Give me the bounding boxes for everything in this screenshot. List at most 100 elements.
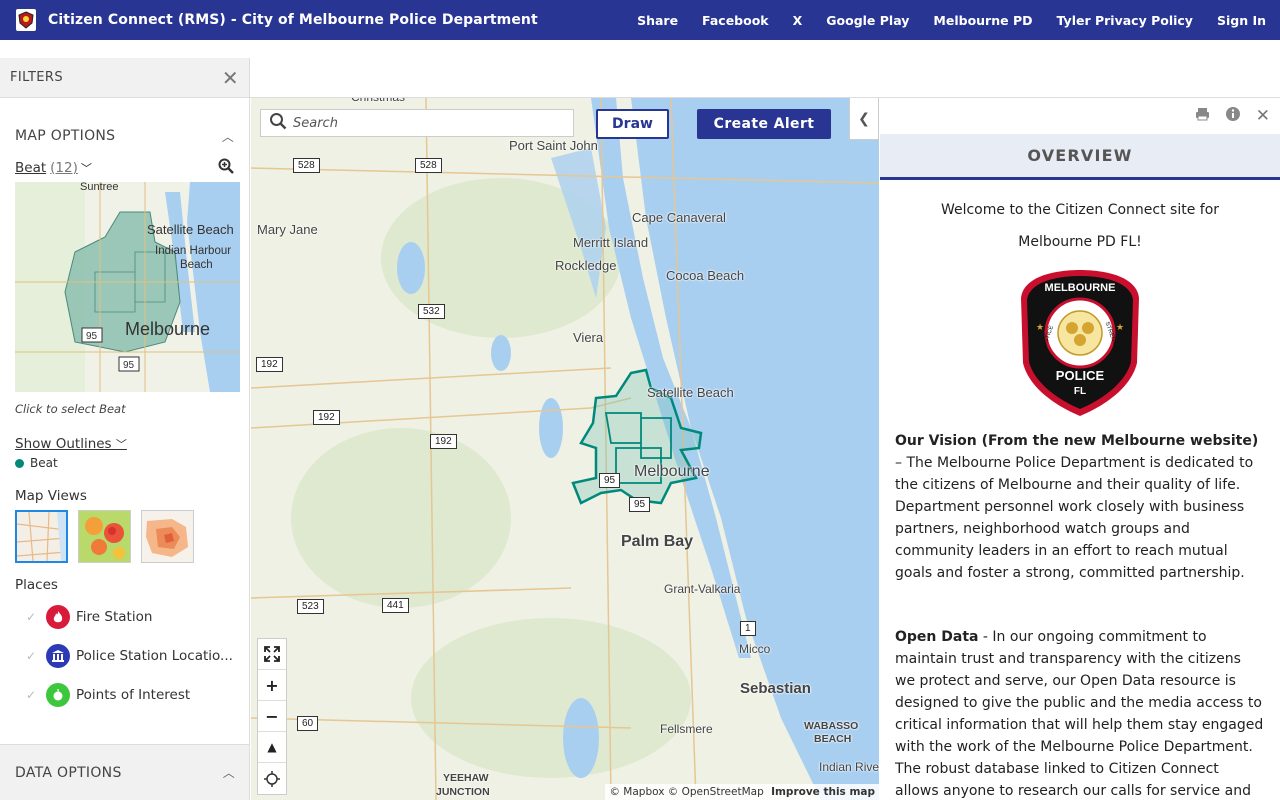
chevron-up-icon[interactable]: ︿ — [222, 128, 234, 145]
map-place-label: Viera — [573, 330, 604, 345]
map-place-label: Fellsmere — [660, 722, 713, 736]
filters-title: FILTERS — [10, 70, 64, 85]
beat-selector[interactable]: Beat (12) ﹀ — [0, 154, 249, 182]
map-place-label: Mary Jane — [257, 222, 318, 237]
map-views-title: Map Views — [15, 488, 87, 504]
search-box[interactable]: Search — [260, 109, 574, 137]
mini-map-label: Suntree — [80, 182, 119, 193]
chevron-down-icon[interactable]: ﹀ — [116, 438, 127, 451]
locate-icon — [264, 770, 280, 787]
search-icon — [269, 112, 287, 134]
mini-map-label: Indian Harbour — [155, 245, 231, 257]
welcome-line-2: Melbourne PD FL! — [1018, 234, 1142, 250]
map-place-label: Rockledge — [555, 258, 617, 273]
map-controls: + − ▲ — [257, 638, 287, 795]
app-title: Citizen Connect (RMS) - City of Melbourn… — [48, 12, 538, 28]
apple-icon — [46, 682, 70, 707]
chevron-down-icon[interactable]: ﹀ — [81, 160, 92, 176]
compass-button[interactable]: ▲ — [258, 732, 286, 763]
beat-mini-map[interactable]: Suntree Satellite Beach Indian Harbour B… — [15, 182, 240, 392]
print-icon[interactable] — [1195, 107, 1210, 125]
police-badge-image: MELBOURNE JUSTICE STRENGTH POLICE FL ★ ★ — [1019, 268, 1141, 418]
map-place-label: Indian River — [819, 760, 879, 774]
place-fire-station[interactable]: ✓ Fire Station — [0, 597, 249, 636]
chevron-up-icon[interactable]: ︿ — [223, 764, 235, 781]
map-canvas[interactable]: Christmas Port Saint John Mary Jane Cape Ca… — [251, 98, 879, 800]
fullscreen-button[interactable] — [258, 639, 286, 670]
nav-privacy-policy-link[interactable]: Tyler Privacy Policy — [1057, 13, 1193, 28]
chevron-left-icon[interactable]: ❮ — [858, 111, 870, 127]
beat-legend: Beat — [0, 452, 249, 470]
zoom-in-icon[interactable] — [218, 158, 234, 178]
nav-sign-in-link[interactable]: Sign In — [1217, 13, 1266, 28]
compass-icon: ▲ — [267, 740, 277, 754]
locate-button[interactable] — [258, 763, 286, 794]
data-options-header[interactable]: DATA OPTIONS ︿ — [0, 744, 249, 800]
beat-hint: Click to select Beat — [15, 402, 126, 416]
road-shield: 60 — [297, 716, 319, 731]
road-shield: 192 — [430, 434, 457, 449]
overview-title: OVERVIEW — [880, 134, 1280, 180]
zoom-in-button[interactable]: + — [258, 670, 286, 701]
data-options-title: DATA OPTIONS — [15, 764, 122, 781]
fire-icon — [46, 604, 70, 629]
vision-paragraph: Our Vision (From the new Melbourne websi… — [895, 430, 1265, 584]
beat-legend-dot — [15, 458, 24, 468]
mini-map-label: Melbourne — [125, 319, 210, 339]
road-shield: 441 — [382, 598, 409, 613]
road-shield: 192 — [313, 410, 340, 425]
place-points-of-interest[interactable]: ✓ Points of Interest — [0, 675, 249, 714]
open-data-heading: Open Data — [895, 629, 979, 645]
nav-melbourne-pd-link[interactable]: Melbourne PD — [933, 13, 1032, 28]
close-icon[interactable]: ✕ — [222, 66, 239, 90]
badge-text: POLICE — [1056, 368, 1105, 383]
info-icon[interactable] — [1224, 106, 1242, 126]
nav-share-link[interactable]: Share — [637, 13, 678, 28]
map-view-heatmap[interactable] — [78, 510, 131, 563]
map-place-label: Sebastian — [740, 680, 811, 697]
improve-map-link[interactable]: Improve this map — [771, 786, 875, 798]
expand-icon — [264, 646, 280, 662]
place-label: Police Station Locatio... — [76, 647, 233, 664]
road-shield: 532 — [418, 304, 445, 319]
zoom-out-button[interactable]: − — [258, 701, 286, 732]
map-options-header[interactable]: MAP OPTIONS ︿ — [0, 118, 249, 154]
vision-text: – The Melbourne Police Department is ded… — [895, 455, 1254, 581]
star-icon: ★ — [1036, 323, 1044, 333]
nav-google-play-link[interactable]: Google Play — [826, 13, 909, 28]
map-place-label: Melbourne — [634, 463, 710, 480]
nav-facebook-link[interactable]: Facebook — [702, 13, 769, 28]
beat-label[interactable]: Beat — [15, 160, 46, 176]
check-icon[interactable]: ✓ — [26, 649, 46, 663]
badge-text: FL — [1074, 386, 1086, 397]
map-view-streets[interactable] — [15, 510, 68, 563]
check-icon[interactable]: ✓ — [26, 688, 46, 702]
place-label: Points of Interest — [76, 686, 191, 703]
create-alert-button[interactable]: Create Alert — [697, 109, 831, 139]
map-place-label: Christmas — [351, 98, 405, 104]
map-place-label: Port Saint John — [509, 138, 598, 153]
show-outlines-label[interactable]: Show Outlines — [15, 436, 112, 452]
road-shield: 528 — [293, 158, 320, 173]
top-nav: Share Facebook X Google Play Melbourne P… — [613, 13, 1266, 28]
map-place-label: Micco — [739, 642, 771, 656]
place-police-station[interactable]: ✓ Police Station Locatio... — [0, 636, 249, 675]
filters-header: FILTERS ✕ — [0, 58, 249, 98]
place-label: Fire Station — [76, 608, 153, 625]
mini-map-label: Beach — [180, 259, 213, 271]
collapse-panel-button[interactable]: ❮ — [849, 98, 879, 140]
beat-count: (12) — [50, 160, 78, 176]
close-icon[interactable]: ✕ — [1256, 106, 1270, 126]
open-data-paragraph: Open Data - In our ongoing commitment to… — [895, 626, 1265, 800]
minus-icon: − — [265, 706, 279, 726]
attribution-text[interactable]: © Mapbox © OpenStreetMap — [609, 786, 763, 798]
check-icon[interactable]: ✓ — [26, 610, 46, 624]
plus-icon: + — [265, 675, 279, 695]
nav-x-link[interactable]: X — [793, 13, 803, 28]
show-outlines-toggle[interactable]: Show Outlines ﹀ — [0, 416, 249, 452]
overview-body: Our Vision (From the new Melbourne websi… — [880, 418, 1280, 800]
map-view-choropleth[interactable] — [141, 510, 194, 563]
search-input[interactable]: Search — [293, 116, 338, 131]
badge-text: MELBOURNE — [1045, 282, 1116, 294]
draw-button[interactable]: Draw — [596, 109, 669, 139]
